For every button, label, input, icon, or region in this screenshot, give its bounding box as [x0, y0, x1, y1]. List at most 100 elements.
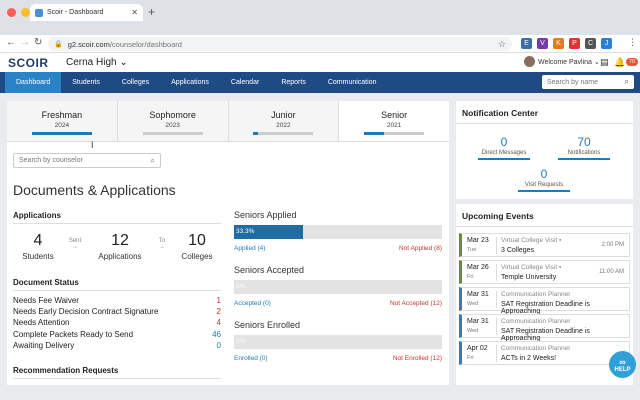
extension-icon[interactable]: E — [521, 38, 532, 49]
extension-icon[interactable]: K — [553, 38, 564, 49]
seniors-applied-bar[interactable]: 33.3% — [234, 225, 442, 239]
avatar[interactable] — [524, 56, 535, 67]
applied-link[interactable]: Applied (4) — [234, 245, 265, 252]
nav-dashboard[interactable]: Dashboard — [5, 72, 62, 93]
extension-icon[interactable]: V — [537, 38, 548, 49]
arrow-right-icon: → — [72, 244, 78, 250]
event-item[interactable]: Mar 31 Wed Communication Planner SAT Reg… — [459, 287, 630, 315]
user-menu[interactable]: Welcome Pavlina ⌄ — [538, 58, 600, 66]
event-date: Mar 23 — [467, 237, 489, 244]
notifications-stat[interactable]: 70 Notifications — [558, 135, 610, 160]
page-title: Documents & Applications — [13, 182, 176, 198]
close-tab-icon[interactable]: ✕ — [131, 8, 138, 17]
grade-year: 2024 — [54, 122, 70, 129]
event-name: 3 Colleges — [501, 247, 535, 254]
school-selector[interactable]: Cerna High ⌄ — [66, 57, 128, 68]
event-item[interactable]: Mar 31 Wed Communication Planner SAT Reg… — [459, 314, 630, 342]
seniors-applied-title: Seniors Applied — [234, 210, 297, 220]
extension-icon[interactable]: C — [585, 38, 596, 49]
grade-name: Freshman — [41, 110, 83, 120]
forward-icon[interactable]: → — [20, 37, 30, 48]
search-placeholder: Search by name — [547, 78, 598, 86]
address-row: ← → ↻ 🔒 g2.scoir.com/counselor/dashboard… — [0, 35, 640, 53]
not-applied-link[interactable]: Not Applied (8) — [399, 245, 442, 252]
event-item[interactable]: Apr 02 Fri Communication Planner ACTs in… — [459, 341, 630, 365]
doc-status-row[interactable]: Needs Fee Waiver 1 — [13, 296, 221, 305]
enrolled-link[interactable]: Enrolled (0) — [234, 355, 268, 362]
seniors-accepted-bar[interactable]: 0% — [234, 280, 442, 294]
doc-status-row[interactable]: Needs Attention 4 — [13, 318, 221, 327]
grade-name: Junior — [271, 110, 296, 120]
divider — [496, 318, 497, 335]
divider — [496, 345, 497, 362]
scoir-logo[interactable]: SCOIR — [8, 56, 49, 70]
search-by-name-input[interactable]: Search by name ⌕ — [542, 75, 634, 89]
nav-reports[interactable]: Reports — [270, 72, 317, 93]
nav-communication[interactable]: Communication — [317, 72, 388, 93]
visit-requests-count: 0 — [540, 167, 548, 181]
accepted-link[interactable]: Accepted (0) — [234, 300, 271, 307]
doc-status-row[interactable]: Awaiting Delivery 0 — [13, 341, 221, 350]
grade-tab-sophomore[interactable]: Sophomore 2023 — [117, 101, 229, 141]
main-panel: Freshman 2024 Sophomore 2023 Junior 2022… — [7, 101, 449, 385]
event-date: Mar 31 — [467, 291, 489, 298]
upcoming-events-panel: Upcoming Events Mar 23 Tue Virtual Colle… — [456, 204, 633, 385]
event-day: Wed — [467, 301, 479, 307]
students-stat[interactable]: 4 Students — [13, 232, 63, 261]
divider — [496, 237, 497, 254]
grade-tab-junior[interactable]: Junior 2022 — [228, 101, 340, 141]
event-day: Fri — [467, 355, 474, 361]
not-accepted-link[interactable]: Not Accepted (12) — [390, 300, 442, 307]
app-header: SCOIR Cerna High ⌄ Welcome Pavlina ⌄ ▤ 🔔… — [0, 53, 640, 72]
url-bar[interactable]: 🔒 g2.scoir.com/counselor/dashboard ☆ — [48, 37, 512, 51]
grade-tab-senior[interactable]: Senior 2021 — [339, 101, 449, 141]
direct-messages-stat[interactable]: 0 Direct Messages — [478, 135, 530, 160]
url-path: /counselor/dashboard — [109, 39, 182, 49]
applications-stat[interactable]: 12 Applications — [91, 232, 149, 261]
new-tab-button[interactable]: + — [148, 5, 155, 19]
doc-status-row[interactable]: Needs Early Decision Contract Signature 2 — [13, 307, 221, 316]
messages-icon[interactable]: ▤ — [600, 57, 609, 68]
nav-colleges[interactable]: Colleges — [111, 72, 160, 93]
grade-year: 2021 — [386, 122, 402, 129]
doc-status-row[interactable]: Complete Packets Ready to Send 46 — [13, 330, 221, 339]
not-enrolled-link[interactable]: Not Enrolled (12) — [393, 355, 442, 362]
event-day: Wed — [467, 328, 479, 334]
event-item[interactable]: Mar 23 Tue Virtual College Visit ▪ 3 Col… — [459, 233, 630, 257]
bookmark-star-icon[interactable]: ☆ — [498, 39, 506, 50]
chevron-down-icon: ⌄ — [119, 57, 128, 68]
visit-requests-stat[interactable]: 0 Visit Requests — [518, 167, 570, 192]
minimize-window-button[interactable] — [21, 8, 30, 17]
seniors-enrolled-bar[interactable]: 0% — [234, 335, 442, 349]
event-type-label: Virtual College Visit — [501, 264, 558, 271]
event-date: Mar 31 — [467, 318, 489, 325]
nav-calendar[interactable]: Calendar — [220, 72, 270, 93]
bell-icon[interactable]: 🔔 — [614, 57, 625, 68]
close-window-button[interactable] — [7, 8, 16, 17]
text-cursor-icon: I — [91, 140, 94, 150]
browser-tab[interactable]: Scoir - Dashboard ✕ — [30, 4, 143, 21]
event-type: Communication Planner — [501, 345, 571, 352]
applications-heading: Applications — [13, 211, 62, 220]
grade-tab-freshman[interactable]: Freshman 2024 — [7, 101, 118, 141]
doc-status-count: 4 — [216, 318, 221, 327]
doc-status-count: 46 — [212, 330, 221, 339]
grade-tabs: Freshman 2024 Sophomore 2023 Junior 2022… — [7, 101, 449, 142]
nav-students[interactable]: Students — [61, 72, 111, 93]
grade-progress-bar — [253, 132, 314, 135]
extension-icon[interactable]: J — [601, 38, 612, 49]
event-day: Fri — [467, 274, 474, 280]
grade-progress-bar — [142, 132, 203, 135]
help-button[interactable]: ∞ HELP — [609, 351, 636, 378]
event-type-label: Virtual College Visit — [501, 237, 558, 244]
search-icon: ⌕ — [150, 155, 155, 165]
search-by-counselor-input[interactable]: Search by counselor ⌕ — [13, 153, 161, 168]
colleges-stat[interactable]: 10 Colleges — [173, 232, 221, 261]
back-icon[interactable]: ← — [6, 37, 16, 48]
extension-icon[interactable]: P — [569, 38, 580, 49]
reload-icon[interactable]: ↻ — [34, 37, 42, 48]
browser-menu-icon[interactable]: ⋮ — [628, 37, 637, 48]
event-item[interactable]: Mar 26 Fri Virtual College Visit ▪ Templ… — [459, 260, 630, 284]
lock-icon: 🔒 — [54, 41, 63, 48]
nav-applications[interactable]: Applications — [160, 72, 220, 93]
